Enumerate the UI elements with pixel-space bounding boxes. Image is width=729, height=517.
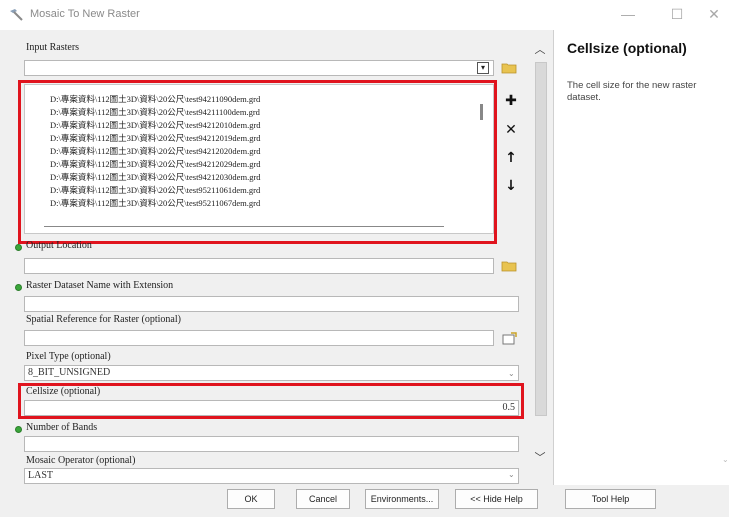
spatial-reference-input[interactable]: [24, 330, 494, 346]
hammer-icon: [10, 9, 23, 21]
mosaic-operator-select[interactable]: LAST: [24, 468, 519, 484]
number-of-bands-input[interactable]: [24, 436, 519, 452]
pixel-type-label: Pixel Type (optional): [26, 351, 111, 362]
raster-name-input[interactable]: [24, 296, 519, 312]
output-location-label: Output Location: [26, 240, 92, 251]
input-rasters-combo[interactable]: [24, 60, 494, 76]
maximize-button[interactable]: ☐: [663, 4, 691, 24]
required-indicator: [15, 244, 22, 251]
cancel-button[interactable]: Cancel: [296, 489, 350, 509]
scroll-down-icon[interactable]: ﹀: [533, 452, 547, 464]
number-of-bands-label: Number of Bands: [26, 422, 98, 433]
help-scroll-icon[interactable]: ⌄: [722, 455, 729, 464]
folder-icon[interactable]: [501, 260, 517, 272]
environments-button[interactable]: Environments...: [365, 489, 439, 509]
help-title: Cellsize (optional): [567, 40, 687, 56]
spatial-reference-icon[interactable]: [501, 332, 517, 346]
cellsize-highlight: [18, 383, 524, 419]
chevron-down-icon[interactable]: ⌄: [508, 369, 515, 378]
input-rasters-label: Input Rasters: [26, 42, 80, 53]
scrollbar-thumb[interactable]: [535, 62, 547, 416]
input-rasters-highlight: [18, 80, 497, 244]
x-icon[interactable]: ✕: [503, 122, 519, 138]
required-indicator: [15, 284, 22, 291]
chevron-down-icon[interactable]: ⌄: [508, 470, 515, 479]
help-body: The cell size for the new raster dataset…: [567, 80, 697, 103]
tool-help-button[interactable]: Tool Help: [565, 489, 656, 509]
pixel-type-select[interactable]: 8_BIT_UNSIGNED: [24, 365, 519, 381]
required-indicator: [15, 426, 22, 433]
spatial-reference-label: Spatial Reference for Raster (optional): [26, 314, 181, 325]
chevron-down-icon[interactable]: ▾: [477, 62, 489, 74]
output-location-input[interactable]: [24, 258, 494, 274]
mosaic-operator-label: Mosaic Operator (optional): [26, 455, 136, 466]
minimize-button[interactable]: —: [614, 4, 642, 24]
raster-name-label: Raster Dataset Name with Extension: [26, 280, 174, 291]
scroll-up-icon[interactable]: ︿: [533, 44, 547, 56]
arrow-up-icon[interactable]: ↑: [503, 150, 519, 166]
hide-help-button[interactable]: << Hide Help: [455, 489, 538, 509]
close-button[interactable]: ✕: [700, 4, 728, 24]
plus-icon[interactable]: ✚: [503, 93, 519, 109]
arrow-down-icon[interactable]: ↓: [503, 178, 519, 194]
window-title: Mosaic To New Raster: [30, 8, 140, 20]
folder-icon[interactable]: [501, 62, 517, 74]
ok-button[interactable]: OK: [227, 489, 275, 509]
